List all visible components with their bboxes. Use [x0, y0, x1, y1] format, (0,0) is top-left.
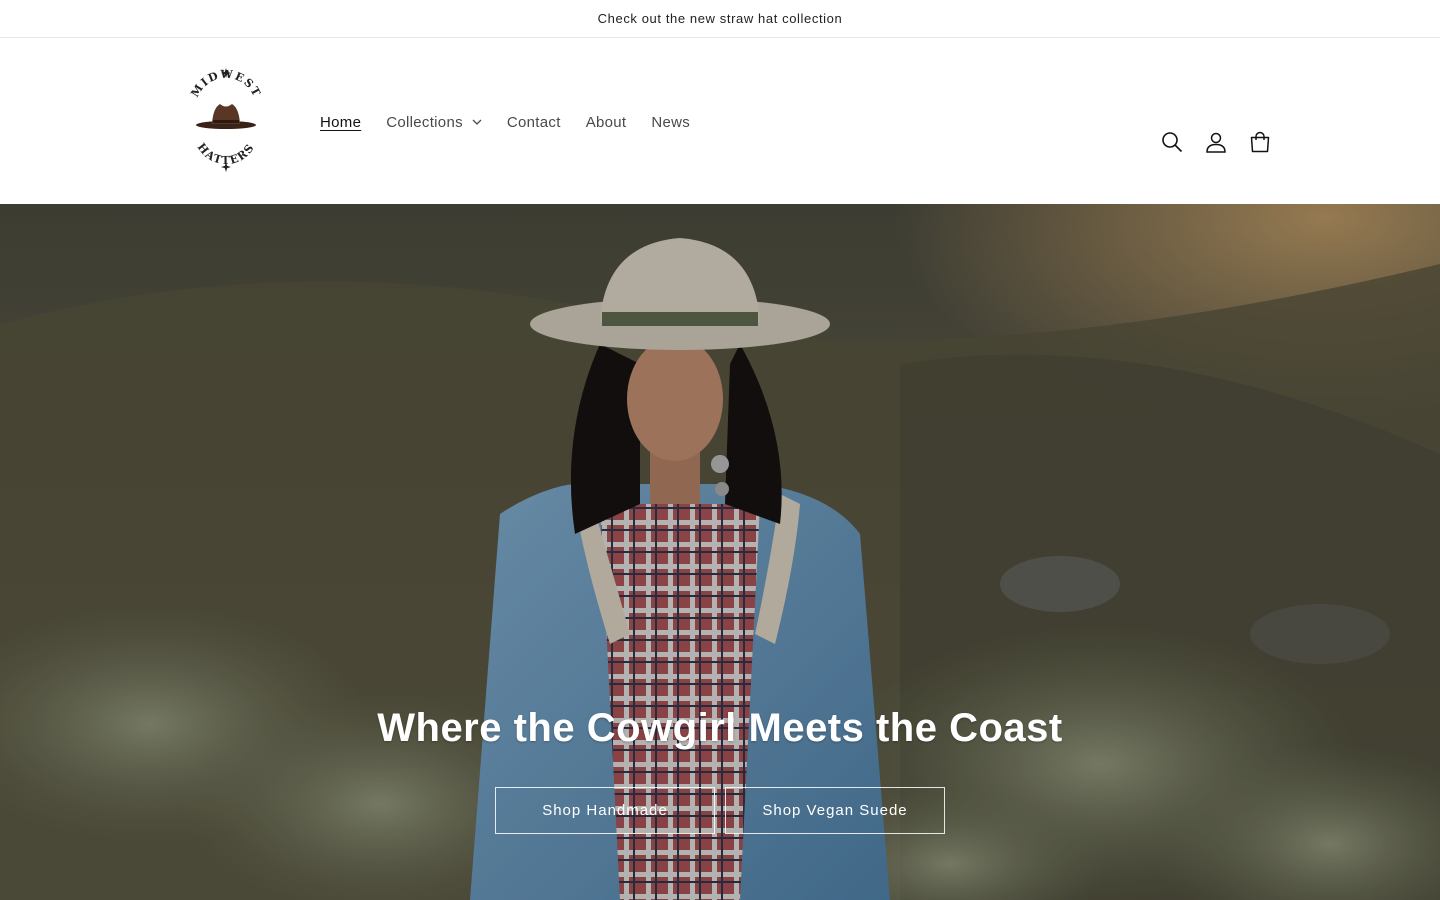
header-icons [1150, 126, 1282, 158]
site-header: MIDWEST HATTERS Home Collections Contact… [0, 38, 1440, 204]
store-logo[interactable]: MIDWEST HATTERS [186, 68, 266, 172]
hero-banner: Where the Cowgirl Meets the Coast Shop H… [0, 204, 1440, 900]
hero-heading: Where the Cowgirl Meets the Coast [377, 706, 1063, 750]
shop-handmade-button[interactable]: Shop Handmade [495, 787, 715, 834]
search-icon [1162, 132, 1183, 153]
nav-contact[interactable]: Contact [507, 114, 561, 131]
hero-buttons: Shop Handmade Shop Vegan Suede [0, 787, 1440, 834]
announcement-text: Check out the new straw hat collection [597, 11, 843, 26]
nav-collections-label: Collections [386, 113, 463, 131]
account-button[interactable] [1194, 120, 1238, 164]
cart-icon [1250, 131, 1270, 153]
svg-text:MIDWEST: MIDWEST [188, 68, 263, 100]
search-button[interactable] [1150, 120, 1194, 164]
nav-news[interactable]: News [651, 114, 690, 131]
shop-vegan-suede-button[interactable]: Shop Vegan Suede [725, 787, 945, 834]
nav-about[interactable]: About [586, 114, 627, 131]
nav-home[interactable]: Home [320, 114, 361, 131]
main-nav: Home Collections Contact About News [320, 110, 715, 134]
nav-collections[interactable]: Collections [386, 114, 482, 131]
chevron-down-icon [472, 119, 482, 125]
announcement-bar: Check out the new straw hat collection [0, 0, 1440, 38]
account-icon [1206, 132, 1226, 153]
cart-button[interactable] [1238, 120, 1282, 164]
